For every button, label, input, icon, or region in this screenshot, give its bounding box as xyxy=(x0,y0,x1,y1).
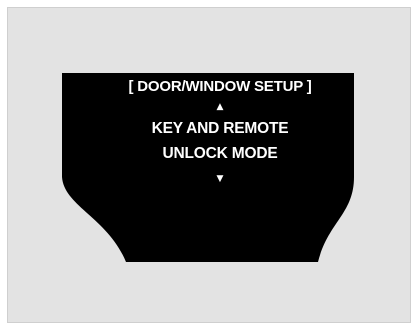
menu-item-line-1: KEY AND REMOTE xyxy=(151,120,289,137)
display-header: [ DOOR/WINDOW SETUP ] xyxy=(128,78,312,95)
multi-info-display-screen xyxy=(62,73,354,262)
up-arrow-icon[interactable]: ▲ xyxy=(60,102,380,112)
down-arrow-icon[interactable]: ▼ xyxy=(60,174,380,184)
menu-item-line-2: UNLOCK MODE xyxy=(162,145,278,162)
